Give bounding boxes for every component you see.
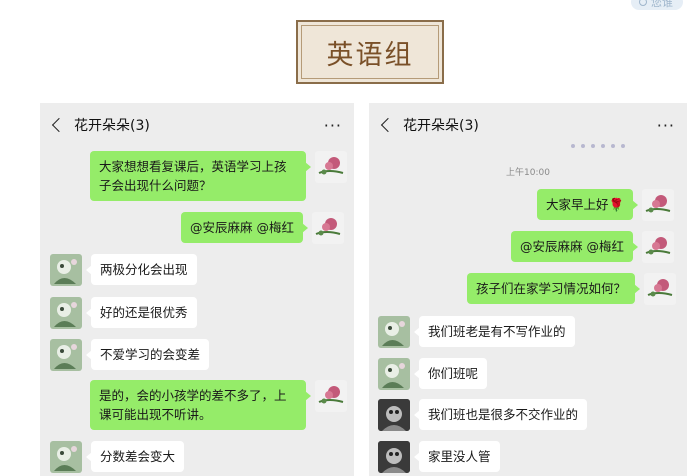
portrait-icon	[54, 446, 77, 471]
message-row: 好的还是很优秀	[50, 297, 197, 329]
flower-icon	[647, 279, 673, 297]
portrait-icon	[54, 259, 77, 284]
avatar-flower[interactable]	[315, 380, 347, 412]
avatar-flower[interactable]	[644, 273, 677, 305]
flower-icon	[645, 237, 671, 255]
back-arrow-icon[interactable]	[51, 117, 67, 133]
message-bubble[interactable]: 两极分化会出现	[86, 254, 197, 285]
chat-window-left: 花开朵朵(3) ··· 大家想想看复课后，英语学习上孩子会出现什么问题？ @安辰…	[40, 103, 354, 476]
title-frame: 英语组	[296, 20, 444, 84]
portrait-icon	[378, 399, 410, 431]
avatar-contact[interactable]	[50, 254, 82, 286]
message-row: @安辰麻麻 @梅红	[511, 231, 674, 263]
message-row: 孩子们在家学习情况如何？	[467, 273, 677, 305]
timestamp: 上午10:00	[506, 168, 550, 178]
message-bubble[interactable]: 不爱学习的会变差	[85, 339, 210, 370]
portrait-icon	[54, 344, 77, 369]
portrait-icon	[378, 441, 410, 473]
message-row: 是的，会的小孩学的差不多了，上课可能出现不听讲。	[90, 380, 347, 430]
avatar-contact-bw[interactable]	[378, 399, 410, 431]
message-bubble[interactable]: 家里没人管	[414, 441, 500, 472]
circle-icon	[639, 0, 647, 6]
portrait-icon	[382, 363, 405, 388]
message-row: 分数差会变大	[50, 441, 185, 473]
message-bubble[interactable]: 是的，会的小孩学的差不多了，上课可能出现不听讲。	[90, 380, 311, 430]
message-row: 大家早上好🌹	[537, 189, 675, 221]
avatar-contact[interactable]	[50, 339, 82, 371]
avatar-contact[interactable]	[378, 316, 410, 348]
message-bubble[interactable]: @安辰麻麻 @梅红	[181, 212, 308, 243]
message-row: 我们班老是有不写作业的	[378, 316, 575, 348]
message-bubble[interactable]: 你们班呢	[413, 358, 488, 389]
avatar-flower[interactable]	[642, 189, 675, 221]
chat-title: 花开朵朵(3)	[74, 118, 150, 134]
message-bubble[interactable]: 分数差会变大	[85, 441, 185, 472]
avatar-flower[interactable]	[641, 231, 674, 263]
corner-badge-text: 您谁	[651, 0, 673, 9]
more-options-icon[interactable]: ···	[657, 116, 675, 135]
message-bubble[interactable]: 好的还是很优秀	[86, 297, 197, 328]
flower-icon	[318, 386, 344, 404]
portrait-icon	[54, 302, 77, 327]
message-row: 大家想想看复课后，英语学习上孩子会出现什么问题？	[90, 151, 347, 201]
chat-header: 花开朵朵(3) ···	[40, 103, 354, 147]
message-bubble[interactable]: 大家想想看复课后，英语学习上孩子会出现什么问题？	[90, 151, 311, 201]
portrait-icon	[382, 321, 405, 346]
message-row: 家里没人管	[378, 441, 500, 473]
message-row: @安辰麻麻 @梅红	[181, 212, 344, 244]
chat-window-right: 花开朵朵(3) ··· 上午10:00 大家早上好🌹 @安辰麻麻 @梅红 孩子们…	[369, 103, 687, 476]
message-bubble[interactable]: 孩子们在家学习情况如何？	[467, 273, 641, 304]
corner-badge[interactable]: 您谁	[631, 0, 683, 10]
message-bubble[interactable]: 我们班老是有不写作业的	[414, 316, 575, 347]
message-bubble[interactable]: 大家早上好🌹	[537, 189, 639, 220]
message-bubble[interactable]: 我们班也是很多不交作业的	[413, 399, 588, 430]
back-arrow-icon[interactable]	[380, 117, 396, 133]
message-row: 两极分化会出现	[50, 254, 197, 286]
page: 您谁 英语组 花开朵朵(3) ··· 大家想想看复课后，英语学习上孩子会出现什么…	[0, 0, 691, 476]
message-row: 你们班呢	[378, 358, 488, 390]
page-title: 英语组	[301, 25, 439, 79]
chat-header: 花开朵朵(3) ···	[369, 103, 687, 147]
avatar-flower[interactable]	[311, 212, 344, 244]
avatar-contact-bw[interactable]	[378, 441, 410, 473]
flower-icon	[318, 157, 344, 175]
chat-title: 花开朵朵(3)	[403, 118, 479, 134]
avatar-flower[interactable]	[315, 151, 347, 183]
flower-icon	[645, 195, 671, 213]
message-bubble[interactable]: @安辰麻麻 @梅红	[511, 231, 638, 262]
emoji-decoration	[571, 144, 625, 148]
more-options-icon[interactable]: ···	[324, 116, 342, 135]
avatar-contact[interactable]	[50, 441, 82, 473]
message-row: 不爱学习的会变差	[50, 339, 210, 371]
flower-icon	[315, 218, 341, 236]
message-row: 我们班也是很多不交作业的	[378, 399, 588, 431]
avatar-contact[interactable]	[378, 358, 410, 390]
avatar-contact[interactable]	[50, 297, 82, 329]
